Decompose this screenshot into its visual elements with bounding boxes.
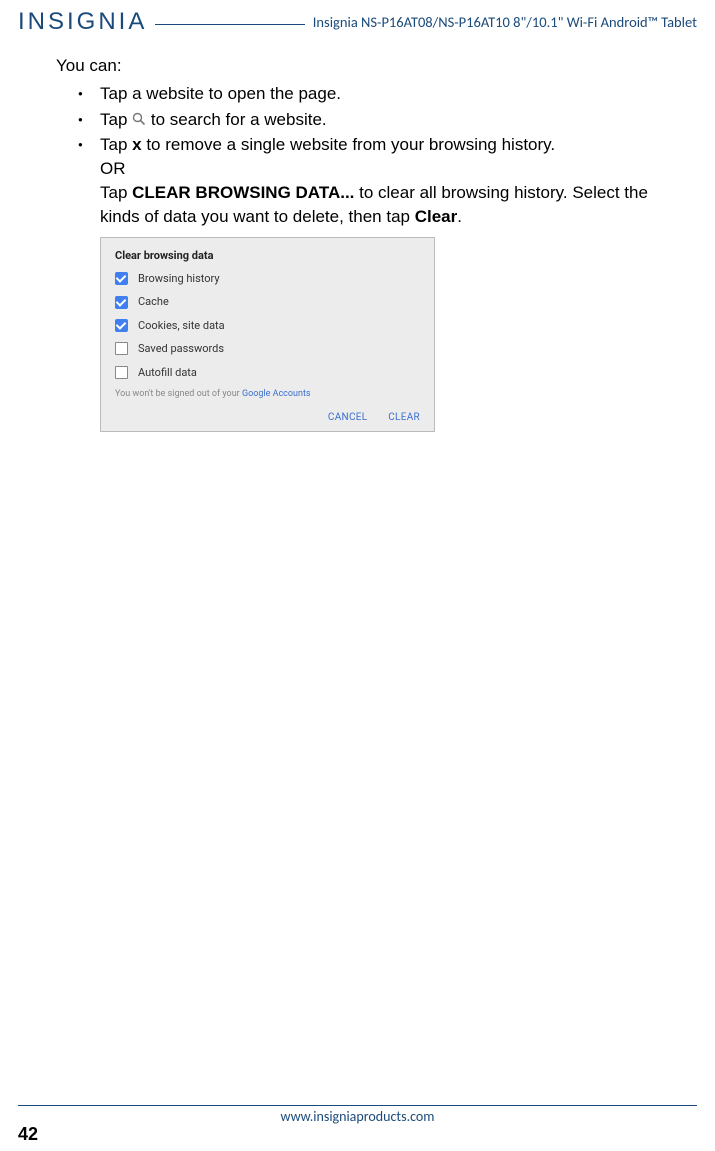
clear-button[interactable]: CLEAR <box>388 412 420 423</box>
clear-browsing-data-label: CLEAR BROWSING DATA... <box>132 183 354 202</box>
dialog-row: Cookies, site data <box>115 318 420 333</box>
checkbox-label: Browsing history <box>138 271 220 286</box>
bullet-pre: Tap <box>100 110 132 129</box>
page-content: You can: Tap a website to open the page.… <box>0 36 715 432</box>
dialog-row: Autofill data <box>115 365 420 380</box>
checkbox-label: Cache <box>138 294 169 309</box>
document-title: Insignia NS-P16AT08/NS-P16AT10 8"/10.1" … <box>313 13 697 31</box>
page-footer: www.insigniaproducts.com <box>0 1105 715 1125</box>
note-pre: You won't be signed out of your <box>115 389 242 399</box>
list-item: Tap a website to open the page. <box>100 82 687 106</box>
x-key: x <box>132 135 141 154</box>
checkbox-icon[interactable] <box>115 272 128 285</box>
header-rule <box>155 24 304 25</box>
checkbox-icon[interactable] <box>115 319 128 332</box>
bullet-post: to remove a single website from your bro… <box>142 135 556 154</box>
bullet-post: to search for a website. <box>146 110 326 129</box>
dialog-row: Cache <box>115 294 420 309</box>
clear-label: Clear <box>415 207 458 226</box>
page-number: 42 <box>18 1124 38 1145</box>
checkbox-icon[interactable] <box>115 296 128 309</box>
period: . <box>457 207 462 226</box>
footer-url: www.insigniaproducts.com <box>0 1108 715 1125</box>
or-text: OR <box>100 159 126 178</box>
clear-browsing-dialog: Clear browsing data Browsing history Cac… <box>100 237 435 432</box>
list-item: Tap x to remove a single website from yo… <box>100 133 687 431</box>
dialog-title: Clear browsing data <box>115 248 420 263</box>
footer-rule <box>18 1105 697 1106</box>
page-header: INSIGNIA Insignia NS-P16AT08/NS-P16AT10 … <box>0 0 715 36</box>
checkbox-label: Saved passwords <box>138 341 224 356</box>
line2a: Tap <box>100 183 132 202</box>
list-item: Tap to search for a website. <box>100 108 687 132</box>
checkbox-icon[interactable] <box>115 366 128 379</box>
youcan-label: You can: <box>56 54 687 78</box>
bullet-text: Tap a website to open the page. <box>100 84 341 103</box>
checkbox-label: Cookies, site data <box>138 318 225 333</box>
checkbox-icon[interactable] <box>115 342 128 355</box>
instruction-list: Tap a website to open the page. Tap to s… <box>56 82 687 432</box>
dialog-note: You won't be signed out of your Google A… <box>115 388 420 401</box>
dialog-row: Saved passwords <box>115 341 420 356</box>
dialog-row: Browsing history <box>115 271 420 286</box>
google-accounts-link[interactable]: Google Accounts <box>242 389 311 399</box>
brand-logo: INSIGNIA <box>18 8 147 36</box>
bullet-pre: Tap <box>100 135 132 154</box>
checkbox-label: Autofill data <box>138 365 197 380</box>
dialog-actions: CANCEL CLEAR <box>115 411 420 425</box>
cancel-button[interactable]: CANCEL <box>328 412 368 423</box>
search-icon <box>132 112 146 126</box>
